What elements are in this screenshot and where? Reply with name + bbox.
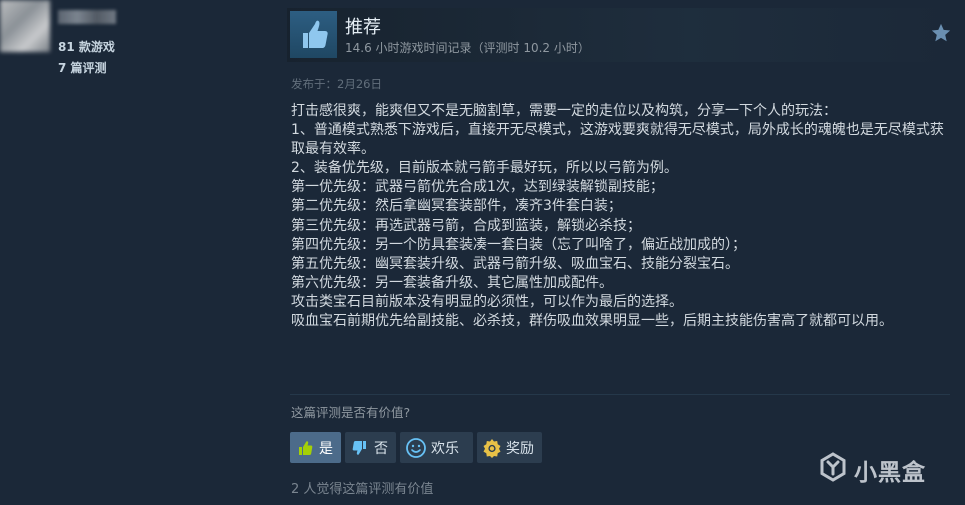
helpful-count: 2 人觉得这篇评测有价值 [291,482,434,497]
reviewer-games-count[interactable]: 81 款游戏 [58,38,115,55]
review-paragraph: 1、普通模式熟悉下游戏后，直接开无尽模式，这游戏要爽就得无尽模式，局外成长的魂魄… [291,122,944,158]
review-paragraph: 打击感很爽，能爽但又不是无脑割草，需要一定的走位以及构筑，分享一下个人的玩法： [291,103,837,119]
award-medal-icon [482,438,502,458]
award-star-icon[interactable] [930,22,952,44]
watermark-text: 小黑盒 [854,460,926,486]
thumbs-up-icon [290,11,337,58]
review-playtime: 14.6 小时游戏时间记录（评测时 10.2 小时） [345,41,590,55]
thumbs-up-icon [295,438,315,458]
watermark: 小黑盒 [818,452,926,488]
reviewer-avatar[interactable] [0,0,50,52]
vote-funny-button[interactable]: 欢乐 [400,432,473,463]
review-posted-date: 发布于：2月26日 [291,77,382,91]
review-paragraph: 吸血宝石前期优先给副技能、必杀技，群伤吸血效果明显一些，后期主技能伤害高了就都可… [291,313,893,330]
award-button[interactable]: 奖励 [477,432,542,463]
review-paragraph: 第五优先级：幽冥套装升级、武器弓箭升级、吸血宝石、技能分裂宝石。 [291,255,739,272]
review-header: 推荐 14.6 小时游戏时间记录（评测时 10.2 小时） [287,8,958,62]
thumbs-down-icon [350,438,370,458]
smiley-icon [405,437,427,459]
vote-no-label: 否 [374,440,388,457]
reviewer-panel: 81 款游戏 7 篇评测 [0,0,280,505]
vote-funny-label: 欢乐 [431,440,459,457]
review-body: 打击感很爽，能爽但又不是无脑割草，需要一定的走位以及构筑，分享一下个人的玩法： … [291,102,951,331]
review-paragraph: 第一优先级：武器弓箭优先合成1次，达到绿装解锁副技能； [291,179,664,196]
vote-no-button[interactable]: 否 [345,432,396,463]
review-paragraph: 第六优先级：另一套装备升级、其它属性加成配件。 [291,274,613,291]
heybox-logo-icon [818,452,848,488]
award-label: 奖励 [506,440,534,457]
review-paragraph: 第四优先级：另一个防具套装凑一套白装（忘了叫啥了，偏近战加成的）； [291,236,746,253]
reviewer-reviews-count[interactable]: 7 篇评测 [58,59,107,76]
vote-yes-label: 是 [319,440,333,457]
reviewer-name[interactable] [58,10,116,24]
review-paragraph: 第三优先级：再选武器弓箭，合成到蓝装，解锁必杀技； [291,217,641,234]
review-verdict: 推荐 [345,17,381,38]
review-paragraph: 攻击类宝石目前版本没有明显的必须性，可以作为最后的选择。 [291,293,683,310]
helpful-question: 这篇评测是否有价值? [291,405,411,420]
review-paragraph: 第二优先级：然后拿幽冥套装部件，凑齐3件套白装； [291,198,622,215]
vote-yes-button[interactable]: 是 [290,432,341,463]
divider [290,394,950,395]
review-paragraph: 2、装备优先级，目前版本就弓箭手最好玩，所以以弓箭为例。 [291,160,678,177]
